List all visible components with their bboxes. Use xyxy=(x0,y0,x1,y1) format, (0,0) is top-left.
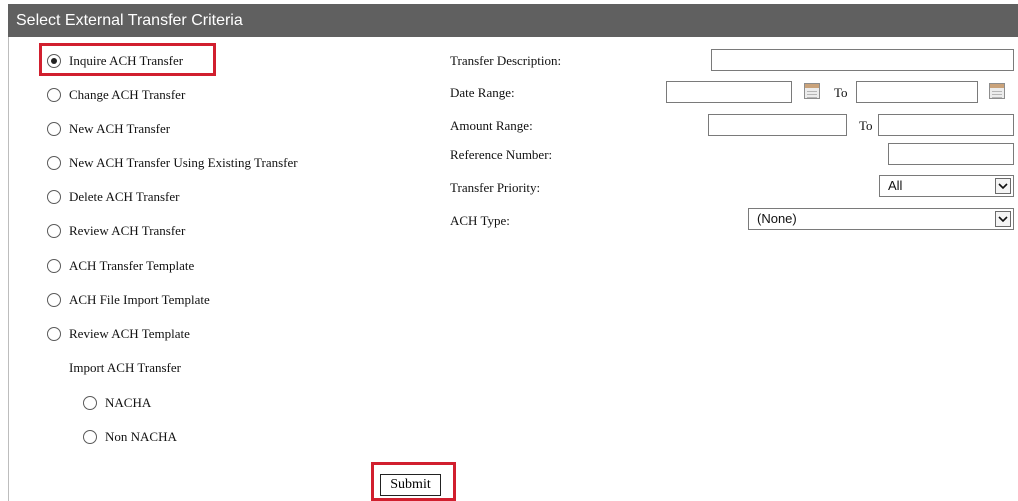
radio-button-icon[interactable] xyxy=(47,293,61,307)
radio-label: ACH Transfer Template xyxy=(69,258,195,273)
date-from-input[interactable] xyxy=(666,81,792,103)
date-range-label: Date Range: xyxy=(450,85,515,100)
transfer-description-label: Transfer Description: xyxy=(450,53,562,68)
amount-range-label: Amount Range: xyxy=(450,118,533,133)
radio-button-icon[interactable] xyxy=(83,396,97,410)
ach-type-select[interactable]: (None) xyxy=(748,208,1014,230)
chevron-down-icon[interactable] xyxy=(995,178,1011,194)
ach-type-label: ACH Type: xyxy=(450,213,510,228)
amount-to-label: To xyxy=(859,118,873,133)
import-section-heading: Import ACH Transfer xyxy=(69,360,181,375)
radio-new-ach-transfer[interactable]: New ACH Transfer xyxy=(47,119,170,139)
radio-label: NACHA xyxy=(105,395,152,410)
radio-button-icon[interactable] xyxy=(47,327,61,341)
date-to-label: To xyxy=(834,85,848,100)
chevron-down-icon[interactable] xyxy=(995,211,1011,227)
radio-nacha[interactable]: NACHA xyxy=(83,393,151,413)
radio-button-icon[interactable] xyxy=(47,156,61,170)
amount-from-input[interactable] xyxy=(708,114,847,136)
calendar-icon[interactable] xyxy=(804,83,820,99)
radio-label: Review ACH Template xyxy=(69,326,190,341)
radio-new-ach-transfer-existing[interactable]: New ACH Transfer Using Existing Transfer xyxy=(47,153,298,173)
radio-label: Delete ACH Transfer xyxy=(69,189,180,204)
radio-ach-transfer-template[interactable]: ACH Transfer Template xyxy=(47,256,194,276)
calendar-icon[interactable] xyxy=(989,83,1005,99)
radio-ach-file-import-template[interactable]: ACH File Import Template xyxy=(47,290,210,310)
transfer-priority-select[interactable]: All xyxy=(879,175,1014,197)
transfer-priority-value: All xyxy=(888,178,903,193)
radio-button-icon[interactable] xyxy=(47,259,61,273)
highlight-box xyxy=(371,462,456,501)
panel-title: Select External Transfer Criteria xyxy=(8,4,1018,37)
radio-label: Non NACHA xyxy=(105,429,177,444)
radio-button-icon[interactable] xyxy=(47,122,61,136)
radio-button-icon[interactable] xyxy=(83,430,97,444)
radio-review-ach-template[interactable]: Review ACH Template xyxy=(47,324,190,344)
transfer-priority-label: Transfer Priority: xyxy=(450,180,541,195)
radio-non-nacha[interactable]: Non NACHA xyxy=(83,427,177,447)
radio-delete-ach-transfer[interactable]: Delete ACH Transfer xyxy=(47,187,180,207)
reference-number-input[interactable] xyxy=(888,143,1014,165)
radio-button-icon[interactable] xyxy=(47,190,61,204)
highlight-box xyxy=(39,43,216,76)
amount-to-input[interactable] xyxy=(878,114,1014,136)
radio-label: ACH File Import Template xyxy=(69,292,210,307)
radio-label: New ACH Transfer xyxy=(69,121,171,136)
radio-button-icon[interactable] xyxy=(47,88,61,102)
transfer-description-input[interactable] xyxy=(711,49,1014,71)
radio-change-ach-transfer[interactable]: Change ACH Transfer xyxy=(47,85,185,105)
radio-label: New ACH Transfer Using Existing Transfer xyxy=(69,155,298,170)
ach-type-value: (None) xyxy=(757,211,797,226)
radio-button-icon[interactable] xyxy=(47,224,61,238)
radio-label: Change ACH Transfer xyxy=(69,87,186,102)
reference-number-label: Reference Number: xyxy=(450,147,553,162)
radio-review-ach-transfer[interactable]: Review ACH Transfer xyxy=(47,221,185,241)
date-to-input[interactable] xyxy=(856,81,978,103)
radio-label: Review ACH Transfer xyxy=(69,223,186,238)
